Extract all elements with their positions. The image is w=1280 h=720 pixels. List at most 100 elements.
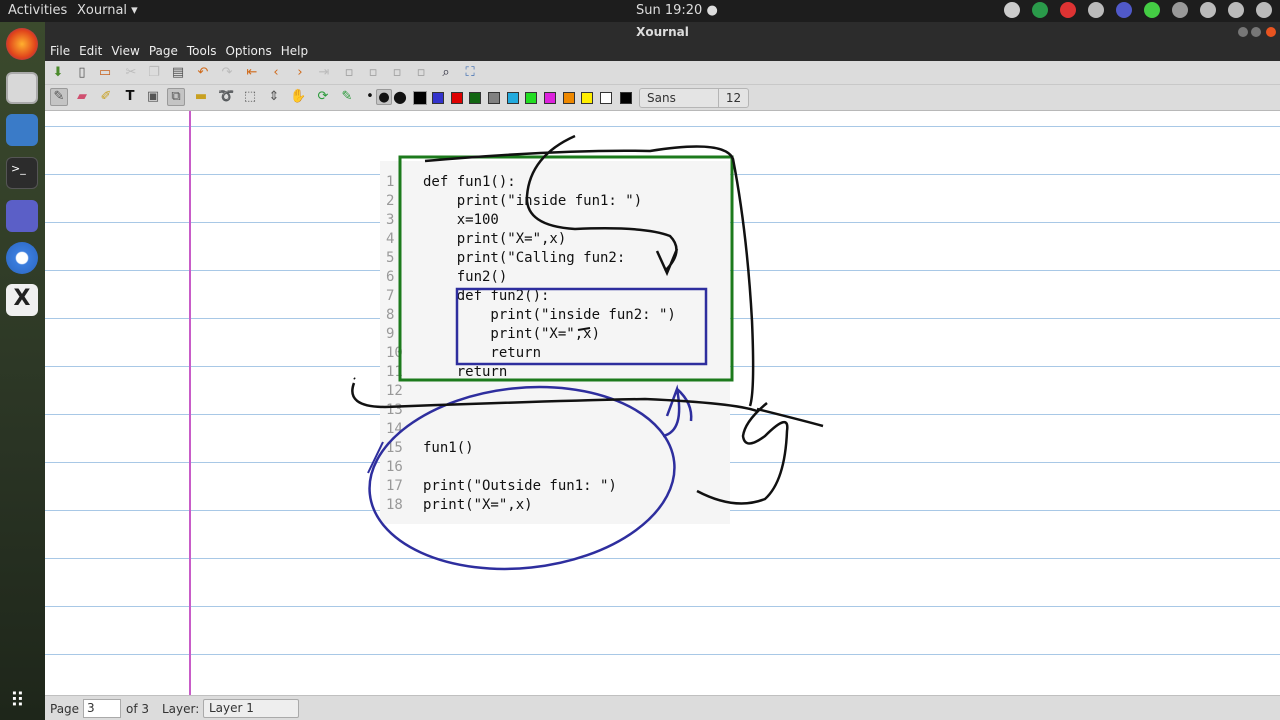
prev-page-icon[interactable]: ‹ [268,65,284,81]
menu-options[interactable]: Options [225,42,271,61]
rect-select-icon[interactable]: ⬚ [242,89,258,105]
volume-icon[interactable] [1228,2,1244,18]
default-tool-icon[interactable]: ⟳ [315,89,331,105]
black-tick-on-x [577,327,591,331]
main-toolbar: ⬇ ▯ ▭ ✂ ❐ ▤ ↶ ↷ ⇤ ‹ › ⇥ ▫ ▫ ▫ ▫ ⌕ ⛶ [45,61,1280,85]
fullscreen-icon[interactable]: ⛶ [462,65,478,81]
black-dot [353,377,356,380]
font-size: 12 [718,89,748,107]
page-count: of 3 [126,702,150,716]
zoom-out-icon[interactable]: ▫ [341,65,357,81]
pen-icon[interactable]: ✎ [50,88,68,106]
new-page-icon[interactable]: ▯ [74,65,90,81]
hand-tool-icon[interactable]: ✋ [290,89,306,105]
bluetooth-icon[interactable] [1088,2,1104,18]
menu-edit[interactable]: Edit [79,42,102,61]
blue-box-fun2 [455,287,708,366]
color-green[interactable] [469,92,481,104]
lasso-select-icon[interactable]: ➰ [218,89,234,105]
color-blue[interactable] [432,92,444,104]
color-gray[interactable] [488,92,500,104]
image-tool-icon[interactable]: ▣ [145,89,161,105]
dock: >_ X ⠿ [0,22,45,720]
activities-button[interactable]: Activities [8,3,67,18]
menu-view[interactable]: View [111,42,139,61]
default-pen-icon[interactable]: ✎ [339,89,355,105]
menu-help[interactable]: Help [281,42,308,61]
app-menu[interactable]: Xournal ▾ [77,3,138,18]
blue-circle-outer-code [368,385,676,571]
ruler-icon[interactable]: ▬ [193,89,209,105]
menu-page[interactable]: Page [149,42,178,61]
record-icon[interactable] [1060,2,1076,18]
color-yellow[interactable] [581,92,593,104]
layer-select[interactable]: Layer 1 [203,699,299,718]
save-icon[interactable]: ⬇ [50,65,66,81]
font-name: Sans [647,91,676,105]
font-button[interactable]: Sans 12 [639,88,749,108]
color-red[interactable] [451,92,463,104]
ink-annotations [351,134,824,571]
files-icon[interactable] [6,72,38,104]
minimize-icon[interactable] [1238,27,1248,37]
chromium-icon[interactable] [6,242,38,274]
battery-icon[interactable] [1256,2,1272,18]
copy-icon[interactable]: ❐ [146,65,162,81]
xournal-app-icon[interactable]: X [6,284,38,316]
eraser-icon[interactable]: ▰ [74,89,90,105]
zoom-in-icon[interactable]: ▫ [413,65,429,81]
close-icon[interactable] [1266,27,1276,37]
blue-stroke-left [367,441,384,474]
color-light-blue[interactable] [507,92,519,104]
first-page-icon[interactable]: ⇤ [244,65,260,81]
highlighter-icon[interactable]: ✐ [98,89,114,105]
open-icon[interactable]: ▭ [97,65,113,81]
menu-file[interactable]: File [50,42,70,61]
page-number-spinner[interactable]: 3 [83,699,121,718]
menu-tools[interactable]: Tools [187,42,217,61]
green-box-fun1 [398,155,734,382]
redo-icon[interactable]: ↷ [219,65,235,81]
vertical-space-icon[interactable]: ⇕ [266,89,282,105]
teams-app-icon[interactable] [6,200,38,232]
color-light-green[interactable] [525,92,537,104]
paste-icon[interactable]: ▤ [170,65,186,81]
text-tool-icon[interactable]: T [122,89,138,105]
black-right-arrow [696,402,824,505]
shape-recognizer-icon[interactable]: ⧉ [167,88,185,106]
black-top-stroke [424,145,755,407]
firefox-icon[interactable] [6,28,38,60]
shield-icon[interactable] [1032,2,1048,18]
system-tray[interactable] [1004,2,1272,18]
page-canvas[interactable]: 1 def fun1(): 2 print("inside fun1: ") 3 … [45,111,1280,695]
search-icon[interactable]: ⌕ [438,65,454,81]
color-orange[interactable] [563,92,575,104]
zoom-fit-icon[interactable]: ▫ [389,65,405,81]
night-light-icon[interactable] [1172,2,1188,18]
terminal-icon[interactable]: >_ [6,157,38,189]
color-custom[interactable] [620,92,632,104]
show-apps-icon[interactable]: ⠿ [10,688,25,712]
window-title: Xournal [636,25,689,39]
update-icon[interactable] [1144,2,1160,18]
maximize-icon[interactable] [1251,27,1261,37]
layer-label: Layer: [162,702,200,716]
undo-icon[interactable]: ↶ [195,65,211,81]
medium-line-icon[interactable]: ● [376,89,392,105]
zoom-100-icon[interactable]: ▫ [365,65,381,81]
color-black[interactable] [413,91,427,105]
menu-bar: File Edit View Page Tools Options Help [45,42,1280,61]
cut-icon[interactable]: ✂ [123,65,139,81]
blue-arrow-up [662,384,693,438]
color-white[interactable] [600,92,612,104]
accessibility-icon[interactable] [1004,2,1020,18]
teams-icon[interactable] [1116,2,1132,18]
last-page-icon[interactable]: ⇥ [316,65,332,81]
color-magenta[interactable] [544,92,556,104]
next-page-icon[interactable]: › [292,65,308,81]
thick-line-icon[interactable]: ● [392,89,408,105]
wifi-icon[interactable] [1200,2,1216,18]
page-label: Page [50,702,80,716]
clock[interactable]: Sun 19:20 ● [636,3,718,18]
settings-app-icon[interactable] [6,114,38,146]
